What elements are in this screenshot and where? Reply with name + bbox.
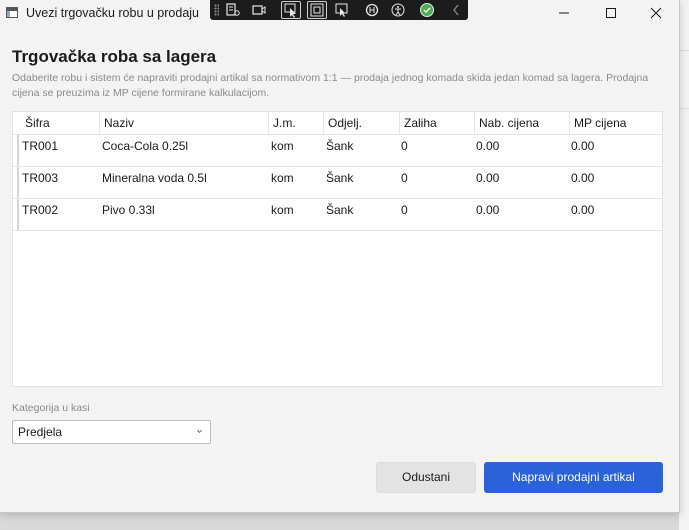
cell-nab-cijena: 0.00	[476, 203, 500, 217]
cell-sifra: TR001	[22, 139, 59, 153]
binding-check-icon[interactable]	[417, 1, 437, 19]
column-header-odjelj[interactable]: Odjelj.	[323, 112, 399, 134]
category-label: Kategorija u kasi	[12, 402, 90, 414]
category-select[interactable]: Predjela	[12, 420, 211, 444]
camera-icon[interactable]	[249, 1, 269, 19]
cancel-button[interactable]: Odustani	[376, 462, 476, 493]
dialog-window: Uvezi trgovačku robu u prodaju Trgovačka…	[0, 0, 680, 513]
drag-grip-icon[interactable]	[214, 4, 219, 16]
close-icon	[650, 7, 662, 19]
column-header-jm[interactable]: J.m.	[268, 112, 324, 134]
cell-naziv: Coca-Cola 0.25l	[102, 139, 189, 153]
column-header-zaliha[interactable]: Zaliha	[399, 112, 475, 134]
cell-nab-cijena: 0.00	[476, 171, 500, 185]
table-row[interactable]: TR001 Coca-Cola 0.25l kom Šank 0 0.00 0.…	[13, 134, 662, 166]
minimize-icon	[559, 12, 569, 14]
minimize-button[interactable]	[541, 0, 587, 26]
background-window	[679, 0, 689, 530]
select-element-icon[interactable]	[281, 1, 301, 19]
xaml-debug-toolbar	[210, 0, 468, 20]
cell-zaliha: 0	[401, 171, 408, 185]
display-layout-adorners-icon[interactable]	[307, 1, 327, 19]
maximize-button[interactable]	[588, 0, 634, 26]
cell-mp-cijena: 0.00	[571, 171, 595, 185]
cell-jm: kom	[271, 203, 294, 217]
cell-odjelj: Šank	[326, 203, 354, 217]
maximize-icon	[606, 8, 616, 18]
cell-nab-cijena: 0.00	[476, 139, 500, 153]
track-focus-icon[interactable]	[332, 1, 352, 19]
cell-odjelj: Šank	[326, 171, 354, 185]
table-row[interactable]: TR003 Mineralna voda 0.5l kom Šank 0 0.0…	[13, 166, 662, 198]
column-header-mp-cijena[interactable]: MP cijena	[569, 112, 662, 134]
collapse-chevron-icon[interactable]	[446, 1, 466, 19]
background-divider	[679, 108, 689, 109]
cell-mp-cijena: 0.00	[571, 203, 595, 217]
dialog-heading: Trgovačka roba sa lagera	[12, 47, 217, 66]
background-divider	[679, 50, 689, 51]
column-header-sifra[interactable]: Šifra	[21, 112, 103, 134]
cell-mp-cijena: 0.00	[571, 139, 595, 153]
category-selected-value: Predjela	[18, 425, 63, 439]
hot-reload-icon[interactable]	[362, 1, 382, 19]
app-icon	[6, 7, 18, 18]
accessibility-icon[interactable]	[388, 1, 408, 19]
create-sales-item-button[interactable]: Napravi prodajni artikal	[484, 462, 663, 493]
title-bar[interactable]: Uvezi trgovačku robu u prodaju	[0, 0, 679, 26]
cell-zaliha: 0	[401, 203, 408, 217]
cell-odjelj: Šank	[326, 139, 354, 153]
dialog-description: Odaberite robu i sistem će napraviti pro…	[12, 72, 649, 99]
cell-zaliha: 0	[401, 139, 408, 153]
table-row[interactable]: TR002 Pivo 0.33l kom Šank 0 0.00 0.00	[13, 198, 662, 231]
cell-jm: kom	[271, 139, 294, 153]
column-header-naziv[interactable]: Naziv	[99, 112, 269, 134]
cell-jm: kom	[271, 171, 294, 185]
cell-naziv: Pivo 0.33l	[102, 203, 155, 217]
cell-sifra: TR003	[22, 171, 59, 185]
cell-sifra: TR002	[22, 203, 59, 217]
column-header-nab-cijena[interactable]: Nab. cijena	[474, 112, 569, 134]
chevron-down-icon	[197, 429, 202, 433]
close-button[interactable]	[633, 0, 679, 26]
stock-items-grid[interactable]: Šifra Naziv J.m. Odjelj. Zaliha Nab. cij…	[12, 111, 663, 387]
window-title: Uvezi trgovačku robu u prodaju	[26, 6, 200, 20]
cell-naziv: Mineralna voda 0.5l	[102, 171, 207, 185]
grid-header: Šifra Naziv J.m. Odjelj. Zaliha Nab. cij…	[13, 112, 662, 134]
live-visual-tree-icon[interactable]	[223, 1, 243, 19]
